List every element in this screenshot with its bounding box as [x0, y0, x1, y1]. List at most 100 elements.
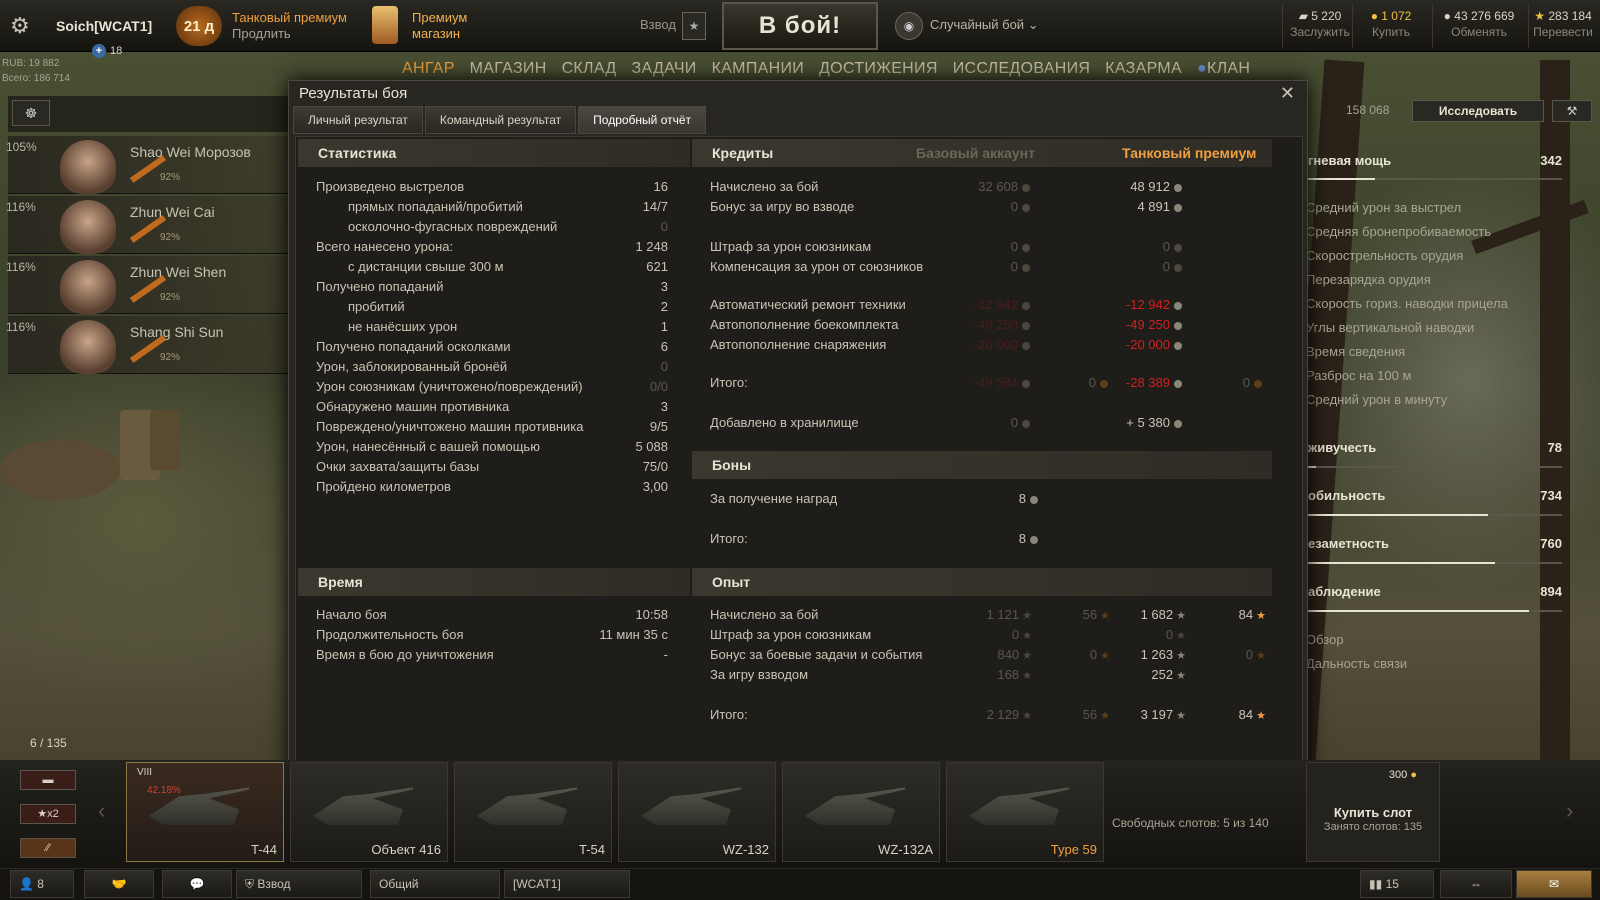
settings-gear-icon[interactable]: ⚙ — [10, 0, 36, 52]
carousel-right-icon[interactable]: › — [1566, 798, 1573, 824]
xp-prem-free: 84 ★ — [1196, 705, 1266, 726]
premium-days-badge[interactable]: 21 д — [176, 6, 222, 46]
bonds-header: Боны — [692, 451, 1272, 479]
channel-platoon[interactable]: ⛨ Взвод — [236, 870, 362, 898]
xp-star-icon: ★ — [1176, 670, 1186, 682]
stat-row: Урон союзникам (уничтожено/повреждений) … — [316, 377, 668, 397]
crew-member[interactable]: 116% Zhun Wei Cai 92% — [6, 196, 288, 254]
xp-row: Штраф за урон союзникам 0 ★ 0 ★ — [710, 625, 1270, 645]
slot-price-value: 300 — [1388, 769, 1408, 781]
premium-shop-link[interactable]: Премиум магазин — [412, 10, 467, 42]
tank-card[interactable]: VIII 42.18% T-44 — [126, 762, 284, 862]
credits-prem: -49 250 — [1094, 315, 1182, 335]
channel-clan[interactable]: [WCAT1] — [504, 870, 630, 898]
filter-tank-icon[interactable]: ▬ — [20, 770, 76, 790]
spotting-value: 894 — [1540, 584, 1562, 599]
carousel-left-icon[interactable]: ‹ — [98, 798, 105, 824]
mobility-label[interactable]: обильность — [1308, 488, 1385, 503]
menu-barracks[interactable]: КАЗАРМА — [1105, 60, 1182, 78]
menu-campaigns[interactable]: КАМПАНИИ — [712, 60, 804, 78]
stat-label: Всего нанесено урона: — [316, 239, 454, 254]
survivability-label[interactable]: живучесть — [1308, 440, 1376, 455]
xp-base-value: 0 — [1011, 627, 1020, 642]
filter-x2-button[interactable]: ★x2 — [20, 804, 76, 824]
x2-label: x2 — [47, 808, 59, 820]
tab-team[interactable]: Командный результат — [424, 106, 577, 134]
stat-item[interactable]: Дальность связи — [1291, 656, 1407, 671]
stat-item[interactable]: Средняя бронепробиваемость — [1291, 224, 1491, 239]
top-bar: ⚙ Soich[WCAT1] 21 д Танковый премиум Про… — [0, 0, 1600, 52]
buy-slot-card[interactable]: 300 ● Купить слот Занято слотов: 135 — [1306, 762, 1440, 862]
tank-card[interactable]: WZ-132 — [618, 762, 776, 862]
stat-row: с дистанции свыше 300 м 621 — [348, 257, 668, 277]
tank-tier: VIII — [137, 767, 153, 778]
xp-prem-free-value: 0 — [1245, 647, 1254, 662]
menu-research[interactable]: ИССЛЕДОВАНИЯ — [953, 60, 1091, 78]
currency-bonds[interactable]: ▰ 5 220 Заслужить — [1290, 8, 1350, 40]
notifications-icon[interactable]: ✉ — [1516, 870, 1592, 898]
firepower-label[interactable]: гневая мощь — [1308, 153, 1391, 168]
stat-item[interactable]: Средний урон за выстрел — [1291, 200, 1461, 215]
menu-shop[interactable]: МАГАЗИН — [470, 60, 547, 78]
bonds-amount: 8 — [1018, 531, 1026, 546]
credits-base: -49 250 — [940, 315, 1030, 335]
xp-star-icon: ★ — [1022, 650, 1032, 662]
tab-personal[interactable]: Личный результат — [293, 106, 423, 134]
stat-item[interactable]: Время сведения — [1291, 344, 1405, 359]
stat-item[interactable]: Обзор — [1292, 632, 1344, 647]
credits-icon — [1022, 419, 1030, 428]
credits-value: 43 276 669 — [1454, 9, 1515, 23]
link-icon[interactable]: ⇔ — [1440, 870, 1512, 898]
close-icon[interactable]: ✕ — [1280, 83, 1295, 104]
compare-tank-icon[interactable]: ⚒ — [1552, 100, 1592, 122]
stealth-label[interactable]: езаметность — [1308, 536, 1389, 551]
stat-item[interactable]: Перезарядка орудия — [1292, 272, 1431, 287]
stat-item[interactable]: Углы вертикальной наводки — [1291, 320, 1474, 335]
menu-clan[interactable]: ●КЛАН — [1197, 60, 1250, 78]
buy-slot-title: Купить слот — [1333, 805, 1413, 820]
channel-general[interactable]: Общий — [370, 870, 500, 898]
crew-options-icon[interactable]: ☸ — [12, 100, 50, 126]
stat-item[interactable]: Разброс на 100 м — [1291, 368, 1411, 383]
survivability-value: 78 — [1547, 440, 1562, 455]
crew-member[interactable]: 105% Shao Wei Морозов 92% — [6, 136, 288, 194]
xp-badge[interactable]: +18 — [92, 44, 122, 58]
crew-member[interactable]: 116% Shang Shi Sun 92% — [6, 316, 288, 374]
tab-detailed[interactable]: Подробный отчёт — [578, 106, 707, 134]
time-row: Продолжительность боя 11 мин 35 с — [316, 625, 668, 645]
battle-mode-select[interactable]: Случайный бой ⌄ — [930, 17, 1039, 33]
battle-mode-icon[interactable]: ◉ — [895, 12, 923, 40]
tank-card[interactable]: T-54 — [454, 762, 612, 862]
battle-button[interactable]: В бой! — [722, 2, 878, 50]
premium-extend[interactable]: Танковый премиум Продлить — [232, 10, 347, 42]
stat-item[interactable]: Средний урон в минуту — [1291, 392, 1447, 407]
chat-icon[interactable]: 💬 — [162, 870, 232, 898]
premium-shop-icon[interactable] — [372, 6, 398, 44]
credits-prem: 48 912 — [1094, 177, 1182, 197]
friends-button[interactable]: 👤 8 — [10, 870, 74, 898]
menu-missions[interactable]: ЗАДАЧИ — [632, 60, 697, 78]
currency-gold[interactable]: ● 1 072 Купить — [1356, 8, 1426, 40]
stat-item[interactable]: Скорость гориз. наводки прицела — [1292, 296, 1508, 311]
tank-card[interactable]: WZ-132A — [782, 762, 940, 862]
platoon-star-icon[interactable]: ★ — [682, 12, 706, 40]
currency-credits[interactable]: ● 43 276 669 Обменять — [1432, 8, 1526, 40]
menu-depot[interactable]: СКЛАД — [562, 60, 617, 78]
stats-button[interactable]: ▮▮ 15 — [1360, 870, 1434, 898]
currency-free-xp[interactable]: ★ 283 184 Перевести — [1528, 8, 1598, 40]
stat-value: 621 — [646, 259, 668, 274]
spotting-label[interactable]: аблюдение — [1308, 584, 1381, 599]
tank-card[interactable]: Type 59 — [946, 762, 1104, 862]
friends-count: 8 — [37, 877, 44, 891]
crew-member[interactable]: 116% Zhun Wei Shen 92% — [6, 256, 288, 314]
stat-item[interactable]: Скорострельность орудия — [1291, 248, 1463, 263]
tank-card[interactable]: Объект 416 — [290, 762, 448, 862]
menu-achievements[interactable]: ДОСТИЖЕНИЯ — [819, 60, 938, 78]
stat-row: прямых попаданий/пробитий 14/7 — [348, 197, 668, 217]
credits-base: -20 000 — [940, 335, 1030, 355]
menu-hangar[interactable]: АНГАР — [402, 60, 455, 78]
research-button[interactable]: Исследовать — [1412, 100, 1544, 122]
handshake-icon[interactable]: 🤝 — [84, 870, 154, 898]
filter-stripe-icon[interactable]: ⁄⁄ — [20, 838, 76, 858]
stat-row: Получено попаданий осколками 6 — [316, 337, 668, 357]
